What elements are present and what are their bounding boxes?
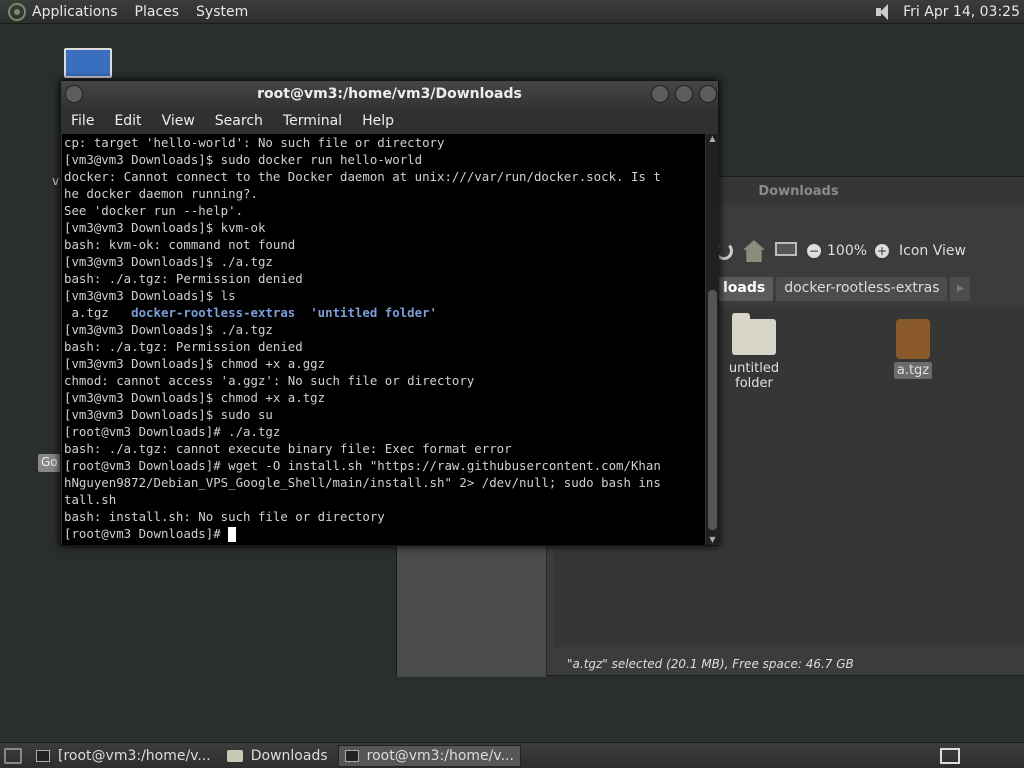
terminal-line: [vm3@vm3 Downloads]$ ls [64, 288, 236, 303]
file-item-untitled-folder[interactable]: untitled folder [709, 313, 799, 391]
taskbar-item-label: Downloads [250, 747, 328, 764]
file-manager-statusbar: "a.tgz" selected (20.1 MB), Free space: … [567, 657, 854, 671]
terminal-menubar: File Edit View Search Terminal Help [61, 107, 718, 134]
terminal-title: root@vm3:/home/vm3/Downloads [257, 86, 522, 102]
computer-desktop-icon[interactable] [64, 48, 112, 78]
scroll-up-icon[interactable]: ▲ [706, 134, 719, 144]
terminal-icon [344, 749, 359, 762]
menu-terminal[interactable]: Terminal [283, 113, 342, 129]
terminal-line: bash: ./a.tgz: cannot execute binary fil… [64, 441, 512, 456]
taskbar-item-downloads[interactable]: Downloads [221, 745, 334, 767]
file-item-label: untitled folder [728, 361, 780, 391]
taskbar-item-terminal-1[interactable]: [root@vm3:/home/v... [30, 745, 217, 767]
terminal-line: [root@vm3 Downloads]# ./a.tgz [64, 424, 281, 439]
archive-icon [896, 319, 930, 359]
menu-system[interactable]: System [196, 4, 248, 20]
zoom-level: 100% [827, 243, 868, 259]
workspace-switcher-icon[interactable] [940, 747, 960, 764]
terminal-line: bash: ./a.tgz: Permission denied [64, 271, 303, 286]
top-panel: Applications Places System Fri Apr 14, 0… [0, 0, 1024, 24]
computer-icon[interactable] [775, 242, 797, 256]
menu-view[interactable]: View [162, 113, 195, 129]
minimize-button[interactable] [651, 85, 669, 103]
ls-file: a.tgz [64, 305, 132, 320]
volume-icon[interactable] [873, 2, 893, 22]
terminal-line: [vm3@vm3 Downloads]$ sudo docker run hel… [64, 152, 423, 167]
clock[interactable]: Fri Apr 14, 03:25 [903, 4, 1020, 20]
crumb-downloads[interactable]: loads [715, 277, 774, 301]
terminal-line: he docker daemon running?. [64, 186, 258, 201]
ls-dir: docker-rootless-extras [131, 305, 296, 320]
taskbar-item-label: root@vm3:/home/v... [366, 747, 514, 764]
terminal-line: bash: install.sh: No such file or direct… [64, 509, 385, 524]
menu-search[interactable]: Search [215, 113, 263, 129]
terminal-line: [root@vm3 Downloads]# [64, 525, 703, 542]
terminal-line: hNguyen9872/Debian_VPS_Google_Shell/main… [64, 475, 661, 490]
breadcrumb: loads docker-rootless-extras ▸ [715, 277, 971, 301]
scroll-down-icon[interactable]: ▼ [706, 535, 719, 545]
zoom-out-button[interactable]: − [807, 244, 821, 258]
terminal-line: chmod: cannot access 'a.ggz': No such fi… [64, 373, 475, 388]
terminal-icon [36, 749, 50, 762]
file-item-a-tgz[interactable]: a.tgz [868, 319, 958, 379]
maximize-button[interactable] [675, 85, 693, 103]
crumb-forward-icon[interactable]: ▸ [950, 277, 971, 301]
terminal-line: a.tgz docker-rootless-extras 'untitled f… [64, 304, 703, 321]
terminal-screen[interactable]: cp: target 'hello-world': No such file o… [62, 134, 705, 545]
terminal-line: [vm3@vm3 Downloads]$ sudo su [64, 407, 273, 422]
menu-applications[interactable]: Applications [32, 4, 118, 20]
terminal-line: bash: kvm-ok: command not found [64, 237, 296, 252]
close-button[interactable] [699, 85, 717, 103]
window-menu-button[interactable] [65, 85, 83, 103]
terminal-line: [vm3@vm3 Downloads]$ ./a.tgz [64, 254, 273, 269]
terminal-line: [vm3@vm3 Downloads]$ chmod +x a.ggz [64, 356, 326, 371]
menu-help[interactable]: Help [362, 113, 394, 129]
distro-logo-icon[interactable] [8, 2, 26, 21]
scrollbar-thumb[interactable] [708, 290, 717, 530]
show-desktop-icon[interactable] [4, 747, 22, 764]
terminal-line: docker: Cannot connect to the Docker dae… [64, 169, 661, 184]
terminal-line: [vm3@vm3 Downloads]$ ./a.tgz [64, 322, 273, 337]
terminal-prompt: [root@vm3 Downloads]# [64, 526, 229, 541]
terminal-line: tall.sh [64, 492, 117, 507]
view-mode-select[interactable]: Icon View [899, 243, 966, 259]
taskbar-item-terminal-2[interactable]: root@vm3:/home/v... [337, 744, 521, 767]
terminal-titlebar[interactable]: root@vm3:/home/vm3/Downloads [61, 81, 718, 107]
terminal-scrollbar[interactable]: ▲ ▼ [706, 134, 719, 545]
desktop-label-fragment: v [52, 174, 60, 188]
crumb-docker-rootless-extras[interactable]: docker-rootless-extras [776, 277, 948, 301]
desktop-badge[interactable]: Go [38, 454, 62, 472]
taskbar-item-label: [root@vm3:/home/v... [58, 747, 211, 764]
terminal-line: bash: ./a.tgz: Permission denied [64, 339, 303, 354]
terminal-cursor[interactable] [228, 527, 237, 542]
terminal-line: cp: target 'hello-world': No such file o… [64, 135, 445, 150]
terminal-line: [vm3@vm3 Downloads]$ chmod +x a.tgz [64, 390, 326, 405]
menu-edit[interactable]: Edit [114, 113, 141, 129]
terminal-line: [root@vm3 Downloads]# wget -O install.sh… [64, 458, 661, 473]
bottom-panel: [root@vm3:/home/v... Downloads root@vm3:… [0, 742, 1024, 768]
folder-icon [226, 749, 243, 762]
file-item-label: a.tgz [893, 362, 933, 379]
terminal-line: See 'docker run --help'. [64, 203, 244, 218]
terminal-window[interactable]: root@vm3:/home/vm3/Downloads File Edit V… [60, 80, 719, 546]
zoom-in-button[interactable]: + [875, 244, 890, 258]
folder-icon [732, 313, 776, 355]
home-icon[interactable] [743, 240, 765, 262]
terminal-line: [vm3@vm3 Downloads]$ kvm-ok [64, 220, 266, 235]
ls-dir: 'untitled folder' [310, 305, 438, 320]
menu-file[interactable]: File [71, 113, 94, 129]
menu-places[interactable]: Places [135, 4, 180, 20]
